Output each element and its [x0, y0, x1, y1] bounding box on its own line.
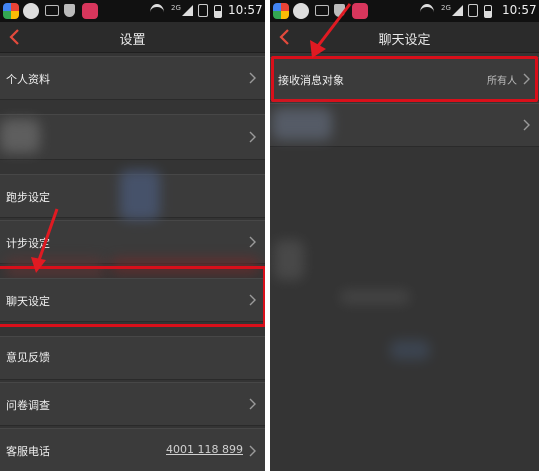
- blurred-region: [390, 340, 430, 360]
- network-type: 2G: [171, 4, 181, 12]
- settings-item-label: 客服电话: [6, 445, 50, 458]
- settings-item-feedback[interactable]: 意见反馈: [0, 336, 265, 380]
- battery-icon: [484, 5, 492, 18]
- image-icon: [45, 5, 59, 16]
- app-icon-chat: [23, 3, 39, 19]
- title-bar: 设置: [0, 22, 265, 53]
- shield-icon: [64, 4, 75, 17]
- wifi-icon: [150, 4, 164, 21]
- chat-settings-screen: 2G 10:57 聊天设定 接收消息对象 所有人: [270, 0, 539, 471]
- app-icon-google: [273, 3, 289, 19]
- settings-item-label: 问卷调查: [6, 399, 50, 412]
- blurred-region: [120, 170, 160, 220]
- settings-item-label: 跑步设定: [6, 191, 50, 204]
- chevron-right-icon: [523, 119, 530, 131]
- pointer-arrow-icon: [31, 208, 59, 273]
- highlight-box: [271, 56, 538, 102]
- pointer-arrow-icon: [310, 3, 352, 58]
- signal-icon: [182, 5, 193, 16]
- signal-icon: [452, 5, 463, 16]
- chevron-right-icon: [249, 131, 256, 143]
- chevron-right-icon: [249, 398, 256, 410]
- settings-item-hotline[interactable]: 客服电话 4001 118 899: [0, 428, 265, 471]
- settings-item-profile[interactable]: 个人资料: [0, 56, 265, 100]
- sim-icon: [468, 4, 478, 17]
- settings-item-label: 个人资料: [6, 73, 50, 86]
- screenshot: 2G 10:57 设置 个人资料 跑步设定 计步设定 聊天设定 意见反馈 问卷调…: [0, 0, 539, 471]
- settings-item-label: 意见反馈: [6, 351, 50, 364]
- clock: 10:57: [502, 3, 537, 17]
- status-bar: 2G 10:57: [0, 0, 265, 22]
- blurred-region: [274, 240, 304, 280]
- sim-icon: [198, 4, 208, 17]
- highlight-box: [0, 266, 265, 327]
- hotline-number[interactable]: 4001 118 899: [166, 443, 243, 456]
- network-type: 2G: [441, 4, 451, 12]
- wifi-icon: [420, 4, 434, 21]
- chevron-right-icon: [249, 445, 256, 457]
- app-icon-google: [3, 3, 19, 19]
- blurred-region: [0, 119, 40, 153]
- settings-item-blurred[interactable]: [0, 114, 265, 160]
- chat-item-blurred[interactable]: [270, 103, 539, 147]
- clock: 10:57: [228, 3, 263, 17]
- blurred-region: [272, 108, 332, 140]
- blurred-region: [340, 290, 410, 304]
- settings-item-survey[interactable]: 问卷调查: [0, 382, 265, 426]
- battery-icon: [214, 5, 222, 18]
- page-title: 设置: [119, 33, 146, 48]
- chevron-right-icon: [249, 72, 256, 84]
- settings-screen: 2G 10:57 设置 个人资料 跑步设定 计步设定 聊天设定 意见反馈 问卷调…: [0, 0, 265, 471]
- app-icon-flower: [82, 3, 98, 19]
- chevron-right-icon: [249, 236, 256, 248]
